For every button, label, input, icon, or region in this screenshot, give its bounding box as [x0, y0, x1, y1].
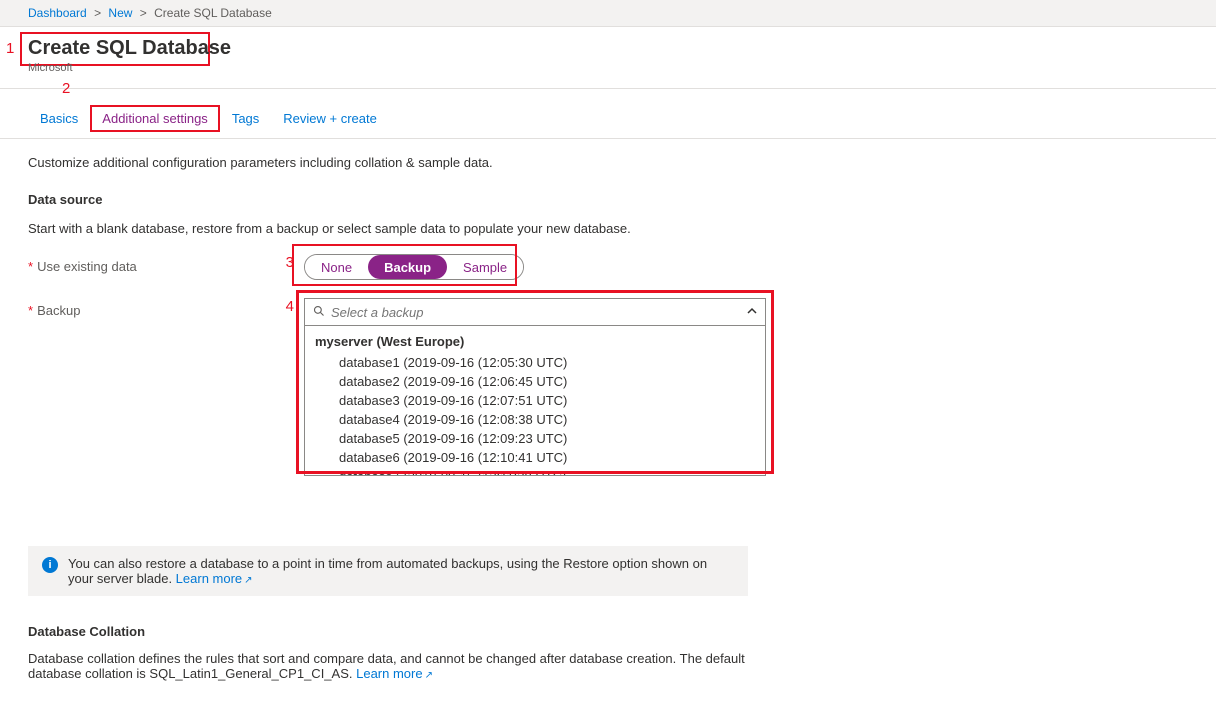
- use-existing-data-toggle: None Backup Sample: [304, 254, 524, 280]
- pill-backup[interactable]: Backup: [368, 255, 447, 279]
- backup-label: Backup: [37, 303, 80, 318]
- row-use-existing-data: * Use existing data 3 None Backup Sample: [28, 254, 1188, 284]
- annotation-marker-3: 3: [278, 254, 294, 271]
- external-link-icon: ↗: [244, 575, 252, 586]
- tab-tags[interactable]: Tags: [220, 105, 271, 138]
- dropdown-item[interactable]: database7 (2019-09-16 (12:11:38 UTC): [305, 467, 765, 476]
- data-source-title: Data source: [28, 192, 1188, 207]
- collation-learn-more-link[interactable]: Learn more↗: [356, 666, 433, 681]
- dropdown-item[interactable]: database5 (2019-09-16 (12:09:23 UTC): [305, 429, 765, 448]
- pill-sample[interactable]: Sample: [447, 255, 523, 279]
- use-existing-data-label: Use existing data: [37, 259, 137, 274]
- backup-dropdown-panel[interactable]: myserver (West Europe) database1 (2019-0…: [304, 326, 766, 476]
- dropdown-item[interactable]: database3 (2019-09-16 (12:07:51 UTC): [305, 391, 765, 410]
- dropdown-item[interactable]: database4 (2019-09-16 (12:08:38 UTC): [305, 410, 765, 429]
- dropdown-item[interactable]: database2 (2019-09-16 (12:06:45 UTC): [305, 372, 765, 391]
- breadcrumb-dashboard[interactable]: Dashboard: [28, 6, 87, 20]
- tab-review-create[interactable]: Review + create: [271, 105, 389, 138]
- search-icon: [313, 305, 325, 320]
- row-backup: * Backup 4 myserver (West Europe) da: [28, 298, 1188, 476]
- tab-basics[interactable]: Basics: [28, 105, 90, 138]
- backup-dropdown: myserver (West Europe) database1 (2019-0…: [304, 298, 766, 476]
- info-text: You can also restore a database to a poi…: [68, 556, 734, 586]
- tabs: Basics Additional settings Tags Review +…: [0, 89, 1216, 139]
- required-icon: *: [28, 259, 33, 274]
- backup-dropdown-trigger[interactable]: [304, 298, 766, 326]
- breadcrumb-new[interactable]: New: [108, 6, 132, 20]
- page-title: Create SQL Database: [28, 37, 1188, 60]
- collation-title: Database Collation: [28, 624, 1188, 639]
- info-callout: i You can also restore a database to a p…: [28, 546, 748, 596]
- annotation-marker-4: 4: [278, 298, 294, 315]
- chevron-right-icon: >: [94, 6, 101, 20]
- pill-none[interactable]: None: [305, 255, 368, 279]
- dropdown-group-header: myserver (West Europe): [305, 330, 765, 353]
- learn-more-link[interactable]: Learn more↗: [176, 571, 253, 586]
- chevron-right-icon: >: [140, 6, 147, 20]
- backup-search-input[interactable]: [331, 305, 747, 320]
- content-area: Customize additional configuration param…: [0, 139, 1216, 711]
- intro-text: Customize additional configuration param…: [28, 155, 1188, 170]
- external-link-icon: ↗: [425, 670, 433, 681]
- annotation-marker-1: 1: [6, 40, 14, 57]
- chevron-up-icon: [747, 306, 757, 319]
- dropdown-item[interactable]: database1 (2019-09-16 (12:05:30 UTC): [305, 353, 765, 372]
- annotation-marker-2: 2: [62, 80, 70, 97]
- page-subtitle: Microsoft: [28, 62, 1188, 74]
- dropdown-item[interactable]: database6 (2019-09-16 (12:10:41 UTC): [305, 448, 765, 467]
- data-source-desc: Start with a blank database, restore fro…: [28, 221, 1188, 236]
- collation-desc: Database collation defines the rules tha…: [28, 651, 748, 681]
- required-icon: *: [28, 303, 33, 318]
- page-header: Create SQL Database Microsoft: [0, 27, 1216, 89]
- breadcrumb: Dashboard > New > Create SQL Database: [0, 0, 1216, 27]
- breadcrumb-current: Create SQL Database: [154, 6, 272, 20]
- info-icon: i: [42, 557, 58, 573]
- tab-additional-settings[interactable]: Additional settings: [90, 105, 220, 138]
- tab-label: Additional settings: [102, 111, 208, 126]
